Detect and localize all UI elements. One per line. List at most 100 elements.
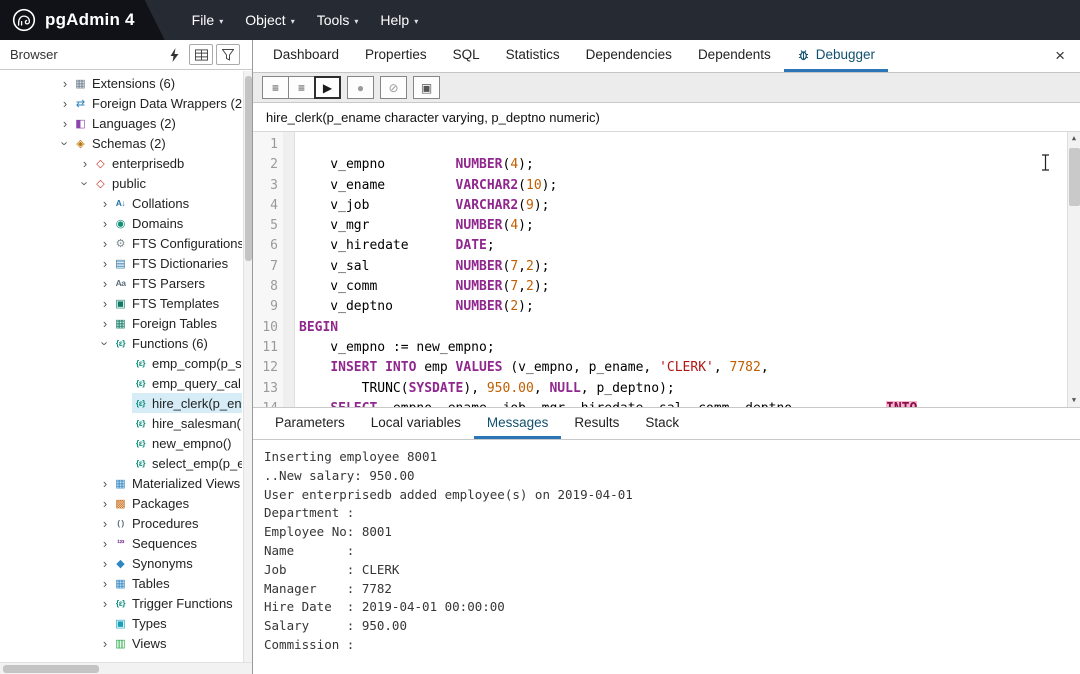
step-into-button[interactable]: ≡ (262, 76, 289, 99)
chevron-right-icon[interactable]: › (98, 577, 112, 590)
tree-item-emp-query-cal[interactable]: {ε}emp_query_cal... (0, 373, 242, 393)
code-editor[interactable]: 1234567891011121314 v_empno NUMBER(4); v… (253, 132, 1080, 408)
menu-object[interactable]: Object▾ (234, 4, 305, 36)
tree-item-tables[interactable]: ›▦Tables (0, 573, 242, 593)
sidebar-horizontal-scrollbar[interactable] (0, 662, 252, 674)
tree-item-fts-templates[interactable]: ›▣FTS Templates (0, 293, 242, 313)
sidebar-hscroll-thumb[interactable] (3, 665, 99, 673)
chevron-right-icon[interactable]: › (98, 637, 112, 650)
tree-item-fts-dictionaries[interactable]: ›▤FTS Dictionaries (0, 253, 242, 273)
tab-sql[interactable]: SQL (440, 40, 493, 72)
tab-stack[interactable]: Stack (632, 408, 692, 439)
tree-item-schemas-2[interactable]: ›◈Schemas (2) (0, 133, 242, 153)
code-lines[interactable]: v_empno NUMBER(4); v_ename VARCHAR2(10);… (295, 132, 1080, 407)
function-icon: {ε} (132, 458, 149, 468)
tree-item-sequences[interactable]: ›¹²³Sequences (0, 533, 242, 553)
chevron-down-icon[interactable]: › (98, 337, 112, 350)
tree-item-materialized-views[interactable]: ›▦Materialized Views (0, 473, 242, 493)
chevron-right-icon[interactable]: › (98, 317, 112, 330)
tab-local-variables[interactable]: Local variables (358, 408, 474, 439)
sidebar-vertical-scrollbar[interactable] (243, 71, 252, 662)
tree-item-enterprisedb[interactable]: ›◇enterprisedb (0, 153, 242, 173)
tree-item-select-emp-p-e[interactable]: {ε}select_emp(p_e... (0, 453, 242, 473)
scroll-up-arrow-icon[interactable]: ▲ (1068, 132, 1080, 145)
tree-item-languages-2[interactable]: ›◧Languages (2) (0, 113, 242, 133)
tab-dependents[interactable]: Dependents (685, 40, 784, 72)
tree-item-extensions-6[interactable]: ›▦Extensions (6) (0, 73, 242, 93)
stop-button[interactable]: ● (347, 76, 374, 99)
chevron-right-icon[interactable]: › (98, 257, 112, 270)
breakpoint-gutter[interactable] (283, 132, 295, 407)
tree-item-public[interactable]: ›◇public (0, 173, 242, 193)
tree-item-label: hire_salesman(... (152, 416, 242, 431)
tab-properties[interactable]: Properties (352, 40, 440, 72)
cancel-button[interactable]: ⊘ (380, 76, 407, 99)
tab-parameters[interactable]: Parameters (262, 408, 358, 439)
chevron-right-icon[interactable]: › (58, 117, 72, 130)
tree-item-emp-comp-p-s[interactable]: {ε}emp_comp(p_s... (0, 353, 242, 373)
tab-statistics[interactable]: Statistics (493, 40, 573, 72)
filter-button[interactable] (216, 44, 240, 65)
chevron-right-icon[interactable]: › (58, 97, 72, 110)
chevron-right-icon[interactable]: › (98, 477, 112, 490)
chevron-right-icon[interactable]: › (98, 497, 112, 510)
chevron-right-icon[interactable]: › (98, 297, 112, 310)
fts-templates-icon: ▣ (112, 297, 129, 310)
chevron-right-icon[interactable]: › (78, 157, 92, 170)
tree-item-fts-configurations[interactable]: ›⚙FTS Configurations (0, 233, 242, 253)
chevron-right-icon[interactable]: › (98, 537, 112, 550)
tab-results[interactable]: Results (561, 408, 632, 439)
chevron-right-icon[interactable]: › (98, 217, 112, 230)
menu-file[interactable]: File▾ (181, 4, 235, 36)
tree-item-new-empno[interactable]: {ε}new_empno() (0, 433, 242, 453)
tree-item-procedures[interactable]: ›( )Procedures (0, 513, 242, 533)
chevron-right-icon[interactable]: › (98, 237, 112, 250)
sidebar-vscroll-thumb[interactable] (245, 76, 252, 261)
clear-breakpoints-button[interactable]: ▣ (413, 76, 440, 99)
panel-close-button[interactable]: × (1040, 40, 1080, 72)
quick-connect-button[interactable] (162, 44, 186, 65)
grid-icon (195, 49, 208, 61)
tree-item-foreign-tables[interactable]: ›▦Foreign Tables (0, 313, 242, 333)
lightning-icon (169, 48, 180, 62)
menu-tools[interactable]: Tools▾ (306, 4, 370, 36)
tree-item-label: Synonyms (132, 556, 195, 571)
tree-item-types[interactable]: ▣Types (0, 613, 242, 633)
tab-dashboard[interactable]: Dashboard (260, 40, 352, 72)
tab-label: Dependents (698, 47, 771, 62)
continue-icon: ▶ (323, 81, 332, 95)
chevron-right-icon[interactable]: › (98, 597, 112, 610)
tree-item-packages[interactable]: ›▩Packages (0, 493, 242, 513)
extensions-icon: ▦ (72, 77, 89, 90)
message-line: User enterprisedb added employee(s) on 2… (264, 486, 1080, 505)
tree-item-domains[interactable]: ›◉Domains (0, 213, 242, 233)
chevron-down-icon[interactable]: › (58, 137, 72, 150)
tree-item-collations[interactable]: ›A↓Collations (0, 193, 242, 213)
tree-item-hire-clerk-p-en[interactable]: {ε}hire_clerk(p_en... (0, 393, 242, 413)
step-over-button[interactable]: ≡ (288, 76, 315, 99)
code-vertical-scrollbar[interactable]: ▲ ▼ (1067, 132, 1080, 407)
chevron-right-icon[interactable]: › (98, 277, 112, 290)
chevron-right-icon[interactable]: › (98, 517, 112, 530)
tab-dependencies[interactable]: Dependencies (573, 40, 685, 72)
tree-item-synonyms[interactable]: ›◆Synonyms (0, 553, 242, 573)
tree-item-foreign-data-wrappers-2[interactable]: ›⇄Foreign Data Wrappers (2) (0, 93, 242, 113)
tree-item-trigger-functions[interactable]: ›{ε}Trigger Functions (0, 593, 242, 613)
tree-item-fts-parsers[interactable]: ›AaFTS Parsers (0, 273, 242, 293)
tree-item-hire-salesman[interactable]: {ε}hire_salesman(... (0, 413, 242, 433)
object-grid-button[interactable] (189, 44, 213, 65)
tree-item-label: FTS Dictionaries (132, 256, 230, 271)
tree-item-views[interactable]: ›▥Views (0, 633, 242, 653)
chevron-right-icon[interactable]: › (98, 557, 112, 570)
chevron-down-icon[interactable]: › (78, 177, 92, 190)
tab-messages[interactable]: Messages (474, 408, 562, 439)
scroll-down-arrow-icon[interactable]: ▼ (1068, 394, 1080, 407)
menu-label: Object (245, 12, 285, 28)
code-vscroll-thumb[interactable] (1069, 148, 1080, 206)
continue-button[interactable]: ▶ (314, 76, 341, 99)
chevron-right-icon[interactable]: › (98, 197, 112, 210)
tab-debugger[interactable]: Debugger (784, 40, 888, 72)
tree-item-functions-6[interactable]: ›{ε}Functions (6) (0, 333, 242, 353)
menu-help[interactable]: Help▾ (369, 4, 429, 36)
chevron-right-icon[interactable]: › (58, 77, 72, 90)
